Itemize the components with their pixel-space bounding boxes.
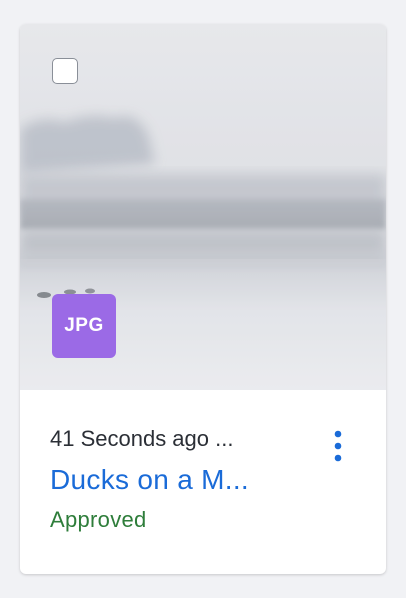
asset-card[interactable]: JPG 41 Seconds ago ... Ducks on a M... A…	[20, 24, 386, 574]
file-type-badge: JPG	[52, 294, 116, 358]
asset-thumbnail[interactable]: JPG	[20, 24, 386, 390]
more-actions-button[interactable]	[326, 426, 350, 466]
select-checkbox[interactable]	[52, 58, 78, 84]
asset-title-link[interactable]: Ducks on a M...	[50, 463, 285, 497]
status-label: Approved	[50, 507, 147, 532]
modified-timestamp: 41 Seconds ago ...	[50, 426, 234, 451]
vertical-ellipsis-icon	[334, 430, 342, 462]
asset-info: 41 Seconds ago ... Ducks on a M... Appro…	[50, 424, 310, 534]
